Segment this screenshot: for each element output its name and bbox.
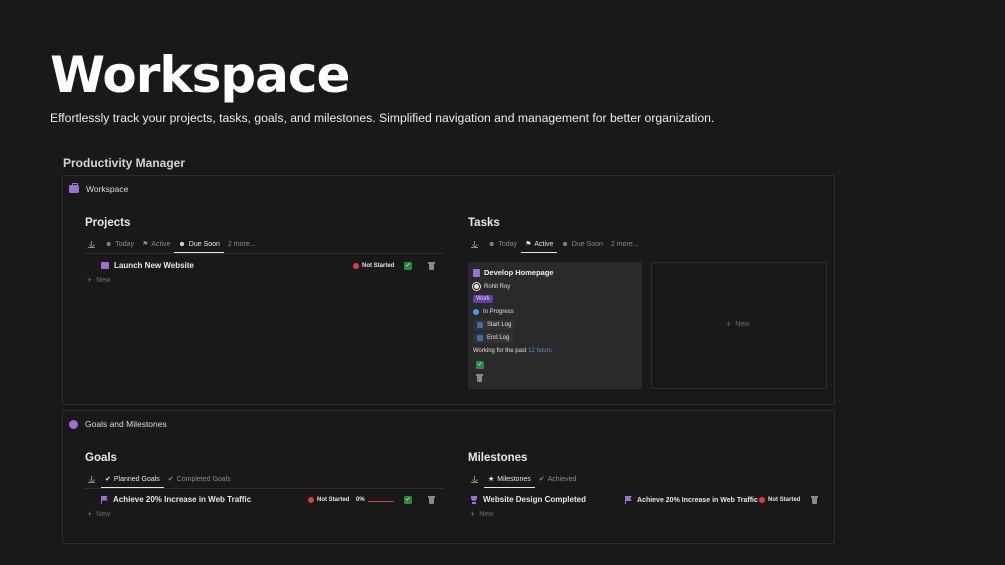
check-circle-icon: ✔ — [538, 476, 545, 483]
section-title: Productivity Manager — [63, 156, 186, 170]
milestones-block: Milestones ★ Milestones ✔ Achieved Website… — [468, 452, 828, 537]
status-badge[interactable]: Not Started — [353, 263, 394, 269]
projects-title: Projects — [85, 217, 131, 229]
checkbox-icon[interactable]: ✓ — [476, 361, 484, 369]
goal-row[interactable]: Achieve 20% Increase in Web Traffic — [101, 495, 251, 504]
workspace-panel: Workspace Projects ☻ Today ⚑ Active ☻ Due S… — [62, 175, 835, 405]
checkbox-icon[interactable]: ✓ — [404, 262, 412, 270]
tab-today[interactable]: ☻ Today — [101, 237, 138, 251]
person-icon: ☻ — [178, 240, 186, 248]
checkbox-icon[interactable]: ✓ — [404, 496, 412, 504]
goals-milestones-label: Goals and Milestones — [85, 419, 167, 429]
project-name: Launch New Website — [114, 261, 194, 270]
task-card[interactable]: Develop Homepage Rohit Roy Work In Progr… — [468, 262, 642, 389]
goals-block: Goals ✔ Planned Goals ✔ Completed Goals Ac… — [85, 452, 445, 537]
start-log-button[interactable]: Start Log — [473, 320, 516, 330]
running-icon: ⚑ — [142, 241, 149, 248]
tab-active[interactable]: ⚑ Active — [138, 237, 174, 251]
circle-icon — [69, 419, 78, 429]
workspace-header[interactable]: Workspace — [69, 183, 129, 194]
goals-title: Goals — [85, 452, 117, 464]
new-goal-button[interactable]: + New — [87, 509, 110, 519]
trash-icon[interactable] — [811, 496, 818, 504]
tab-active[interactable]: ⚑ Active — [521, 237, 558, 253]
end-log-button[interactable]: End Log — [473, 333, 514, 343]
plus-icon: + — [470, 509, 476, 519]
document-icon — [473, 268, 480, 277]
person-icon: ☻ — [488, 240, 496, 248]
tab-completed-goals[interactable]: ✔ Completed Goals — [164, 472, 235, 486]
projects-block: Projects ☻ Today ⚑ Active ☻ Due Soon 2 more… — [85, 217, 445, 317]
milestone-row[interactable]: Website Design Completed — [470, 495, 586, 504]
tasks-tabs: ☻ Today ⚑ Active ☻ Due Soon 2 more... — [468, 237, 643, 253]
download-icon[interactable] — [88, 475, 95, 483]
plus-icon: + — [726, 319, 732, 329]
button-icon — [477, 335, 483, 341]
projects-tabs: ☻ Today ⚑ Active ☻ Due Soon 2 more... — [85, 237, 260, 253]
plus-icon: + — [87, 509, 93, 519]
page-subtitle: Effortlessly track your projects, tasks,… — [50, 111, 715, 125]
plus-icon: + — [87, 275, 93, 285]
status-badge[interactable]: Not Started — [308, 497, 349, 503]
new-project-button[interactable]: + New — [87, 275, 110, 285]
trophy-icon — [470, 495, 478, 504]
tasks-block: Tasks ☻ Today ⚑ Active ☻ Due Soon 2 more...… — [468, 217, 833, 397]
task-status[interactable]: In Progress — [473, 309, 514, 315]
tab-achieved[interactable]: ✔ Achieved — [535, 472, 581, 486]
flag-icon — [625, 496, 632, 504]
check-circle-icon: ✔ — [167, 476, 174, 483]
status-dot-icon — [759, 497, 765, 503]
goals-tabs: ✔ Planned Goals ✔ Completed Goals — [85, 472, 235, 488]
milestone-goal-link[interactable]: Achieve 20% Increase in Web Traffic — [625, 496, 758, 504]
milestones-title: Milestones — [468, 452, 528, 464]
person-icon: ☻ — [105, 240, 113, 248]
status-dot-icon — [353, 263, 359, 269]
tab-due-soon[interactable]: ☻ Due Soon — [174, 237, 224, 253]
tab-milestones[interactable]: ★ Milestones — [484, 472, 535, 488]
tab-today[interactable]: ☻ Today — [484, 237, 521, 251]
tab-more[interactable]: 2 more... — [224, 237, 260, 251]
trash-icon[interactable] — [476, 374, 483, 382]
goal-name: Achieve 20% Increase in Web Traffic — [113, 495, 252, 504]
milestones-tabs: ★ Milestones ✔ Achieved — [468, 472, 581, 488]
working-time: Working for the past 12 hours — [473, 348, 552, 354]
divider — [85, 253, 443, 254]
flag-icon — [101, 495, 108, 504]
page-title: Workspace — [50, 46, 350, 104]
new-milestone-button[interactable]: + New — [470, 509, 493, 519]
tab-more[interactable]: 2 more... — [607, 237, 643, 251]
task-tag[interactable]: Work — [473, 295, 493, 303]
avatar — [473, 283, 480, 290]
download-icon[interactable] — [88, 240, 95, 248]
progress-percent: 0% — [356, 497, 365, 503]
running-icon: ⚑ — [525, 241, 532, 248]
goals-milestones-header[interactable]: Goals and Milestones — [69, 419, 167, 429]
tab-planned-goals[interactable]: ✔ Planned Goals — [101, 472, 164, 488]
folder-icon — [101, 262, 109, 269]
task-title: Develop Homepage — [473, 268, 554, 277]
trophy-icon: ★ — [488, 476, 495, 483]
task-assignee[interactable]: Rohit Roy — [473, 283, 510, 290]
download-icon[interactable] — [471, 475, 478, 483]
tab-due-soon[interactable]: ☻ Due Soon — [557, 237, 607, 251]
goals-milestones-panel: Goals and Milestones Goals ✔ Planned Goal… — [62, 410, 835, 544]
status-dot-icon — [308, 497, 314, 503]
workspace-label: Workspace — [86, 184, 129, 194]
milestone-name: Website Design Completed — [483, 495, 586, 504]
trash-icon[interactable] — [428, 262, 435, 270]
download-icon[interactable] — [471, 240, 478, 248]
progress-bar — [368, 501, 394, 502]
new-task-button[interactable]: + New — [726, 319, 749, 329]
trash-icon[interactable] — [428, 496, 435, 504]
person-icon: ☻ — [561, 240, 569, 248]
empty-task-card[interactable]: + New — [651, 262, 827, 389]
status-badge[interactable]: Not Started — [759, 497, 800, 503]
divider — [85, 488, 443, 489]
project-row[interactable]: Launch New Website — [101, 261, 194, 270]
briefcase-icon — [69, 183, 79, 193]
tasks-title: Tasks — [468, 217, 500, 229]
check-circle-icon: ✔ — [105, 476, 111, 483]
status-dot-icon — [473, 309, 479, 315]
button-icon — [477, 322, 483, 328]
